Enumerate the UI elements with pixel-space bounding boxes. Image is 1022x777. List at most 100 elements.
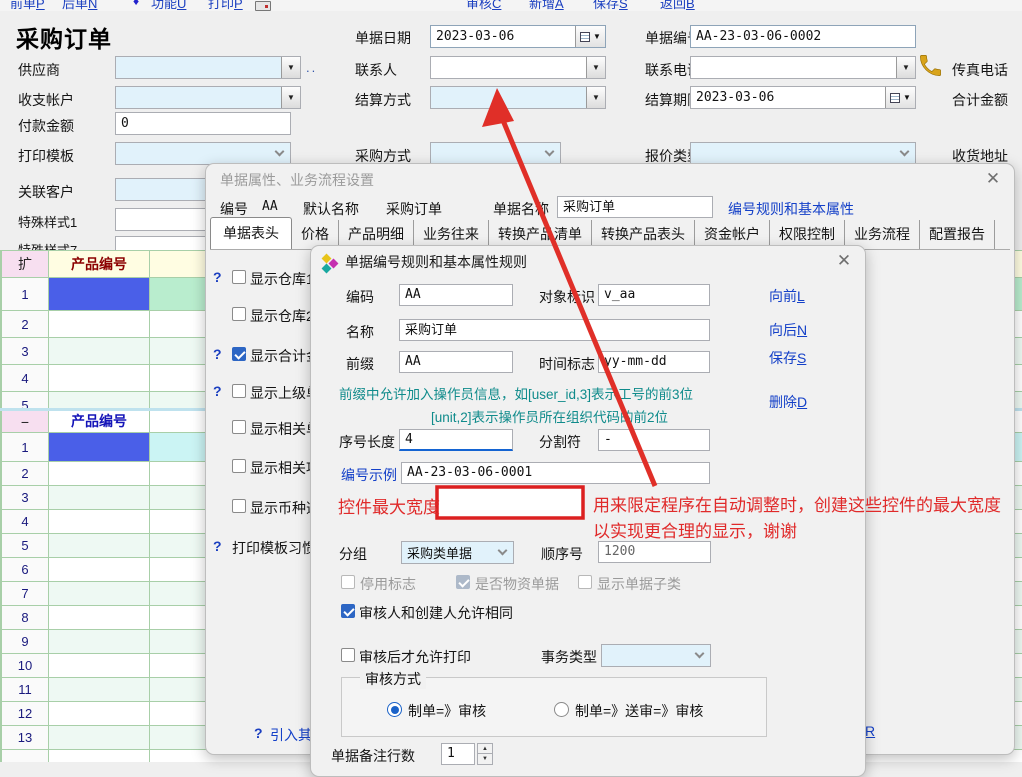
same-person-checkbox[interactable] xyxy=(341,604,355,618)
purchase-method-combo[interactable] xyxy=(430,142,561,165)
menu-item-打印[interactable]: 打印P xyxy=(208,0,243,11)
calendar-dropdown-icon[interactable]: ▼ xyxy=(885,87,915,108)
numbering-rule-link[interactable]: 编号规则和基本属性 xyxy=(728,199,854,219)
show-related-item-checkbox[interactable] xyxy=(232,459,246,473)
name-label: 名称 xyxy=(346,322,374,342)
contact-label: 联系人 xyxy=(355,60,397,80)
d1-doc-name-label: 单据名称 xyxy=(493,199,549,219)
time-flag-label: 时间标志 xyxy=(539,354,595,374)
show-subtype-checkbox[interactable] xyxy=(578,575,592,589)
menu-item-功能[interactable]: 功能U xyxy=(151,0,186,11)
seq-length-label: 序号长度 xyxy=(339,432,395,452)
help-icon[interactable]: ? xyxy=(254,725,263,741)
show-related-doc-checkbox[interactable] xyxy=(232,420,246,434)
material-doc-checkbox[interactable] xyxy=(456,575,470,589)
link-fragment-r[interactable]: R xyxy=(865,723,875,739)
menu-bar: ♦ 前单P后单N功能U打印P审核C新增A保存S返回B xyxy=(0,0,1022,11)
print-after-audit-label: 审核后才允许打印 xyxy=(359,647,471,667)
account-label: 收支帐户 xyxy=(18,90,74,110)
code-input[interactable]: AA xyxy=(399,284,513,306)
step-down-icon[interactable]: ▼ xyxy=(478,754,492,764)
print-after-audit-checkbox[interactable] xyxy=(341,648,355,662)
special-style1-label: 特殊样式1 xyxy=(18,212,77,231)
nav-forward-link[interactable]: 向前L xyxy=(769,286,805,306)
print-template-combo[interactable] xyxy=(115,142,291,165)
help-icon[interactable]: ? xyxy=(213,269,222,285)
seq-length-input[interactable]: 4 xyxy=(399,429,513,451)
dropdown-arrow-icon[interactable]: ▼ xyxy=(586,87,605,108)
dropdown-arrow-icon[interactable]: ▼ xyxy=(281,87,300,108)
menu-item-后单[interactable]: 后单N xyxy=(62,0,97,11)
supplier-more-button[interactable]: .. xyxy=(306,60,317,75)
show-parent-checkbox[interactable] xyxy=(232,384,246,398)
close-icon[interactable]: ✕ xyxy=(833,251,855,273)
doc-no-input[interactable]: AA-23-03-06-0002 xyxy=(690,25,916,48)
show-warehouse2-checkbox[interactable] xyxy=(232,307,246,321)
audit-mode-groupbox: 审核方式 制单=》审核 制单=》送审=》审核 xyxy=(341,677,767,737)
show-currency-checkbox[interactable] xyxy=(232,499,246,513)
contact-combo[interactable]: ▼ xyxy=(430,56,606,79)
audit-submit-radio[interactable] xyxy=(554,702,569,717)
disable-flag-label: 停用标志 xyxy=(360,574,416,594)
total-label: 合计金额 xyxy=(952,90,1008,110)
nav-back-link[interactable]: 向后N xyxy=(769,320,807,340)
chevron-down-icon[interactable] xyxy=(538,143,560,164)
d1-doc-name-input[interactable]: 采购订单 xyxy=(557,196,713,218)
phone-icon[interactable] xyxy=(917,52,944,82)
remark-lines-label: 单据备注行数 xyxy=(331,746,415,766)
doc-date-field[interactable]: 2023-03-06 ▼ xyxy=(430,25,606,48)
help-icon[interactable]: ? xyxy=(213,346,222,362)
order-input[interactable]: 1200 xyxy=(598,541,711,563)
doc-date-label: 单据日期 xyxy=(355,28,411,48)
pay-amount-input[interactable]: 0 xyxy=(115,112,291,135)
help-icon[interactable]: ? xyxy=(213,383,222,399)
supplier-combo[interactable]: ▼ xyxy=(115,56,301,79)
object-id-input[interactable]: v_aa xyxy=(598,284,710,306)
step-up-icon[interactable]: ▲ xyxy=(478,744,492,754)
settle-due-field[interactable]: 2023-03-06 ▼ xyxy=(690,86,916,109)
delete-link[interactable]: 删除D xyxy=(769,392,807,412)
chevron-down-icon[interactable] xyxy=(688,645,710,666)
calendar-dropdown-icon[interactable]: ▼ xyxy=(575,26,605,47)
show-total-checkbox[interactable] xyxy=(232,347,246,361)
group-label: 分组 xyxy=(339,544,367,564)
audit-direct-radio[interactable] xyxy=(387,702,402,717)
menu-item-保存[interactable]: 保存S xyxy=(593,0,628,11)
settle-method-combo[interactable]: ▼ xyxy=(430,86,606,109)
tab-单据表头[interactable]: 单据表头 xyxy=(210,217,292,249)
group-combo[interactable]: 采购类单据 xyxy=(401,541,514,564)
phone-combo[interactable]: ▼ xyxy=(690,56,916,79)
menu-item-返回[interactable]: 返回B xyxy=(660,0,695,11)
page-title: 采购订单 xyxy=(16,20,112,54)
same-person-label: 审核人和创建人允许相同 xyxy=(359,603,513,623)
help-icon[interactable]: ? xyxy=(213,538,222,554)
menu-item-审核[interactable]: 审核C xyxy=(466,0,501,11)
chevron-down-icon[interactable] xyxy=(491,542,513,563)
close-icon[interactable]: ✕ xyxy=(982,169,1004,191)
prefix-input[interactable]: AA xyxy=(399,351,513,373)
dropdown-arrow-icon[interactable]: ▼ xyxy=(896,57,915,78)
save-link[interactable]: 保存S xyxy=(769,348,806,368)
printer-icon[interactable] xyxy=(255,1,271,11)
menu-item-新增[interactable]: 新增A xyxy=(529,0,564,11)
prefix-label: 前缀 xyxy=(346,354,374,374)
trans-type-combo[interactable] xyxy=(601,644,711,667)
d1-default-name-value: 采购订单 xyxy=(386,199,442,219)
d1-no-label: 编号 xyxy=(220,199,248,219)
account-combo[interactable]: ▼ xyxy=(115,86,301,109)
tab-配置报告[interactable]: 配置报告 xyxy=(920,220,995,249)
disable-flag-checkbox[interactable] xyxy=(341,575,355,589)
chevron-down-icon[interactable] xyxy=(893,143,915,164)
object-id-label: 对象标识 xyxy=(539,287,595,307)
show-warehouse1-checkbox[interactable] xyxy=(232,270,246,284)
example-input[interactable]: AA-23-03-06-0001 xyxy=(401,462,710,484)
dropdown-arrow-icon[interactable]: ▼ xyxy=(281,57,300,78)
time-flag-input[interactable]: yy-mm-dd xyxy=(598,351,710,373)
numbering-rule-dialog: 单据编号规则和基本属性规则 ✕ 向前L 向后N 保存S 删除D 编码 AA 对象… xyxy=(310,245,866,777)
name-input[interactable]: 采购订单 xyxy=(399,319,710,341)
quote-type-combo[interactable] xyxy=(690,142,916,165)
separator-input[interactable]: - xyxy=(598,429,710,451)
dropdown-arrow-icon[interactable]: ▼ xyxy=(586,57,605,78)
chevron-down-icon[interactable] xyxy=(268,143,290,164)
menu-item-前单[interactable]: 前单P xyxy=(10,0,45,11)
